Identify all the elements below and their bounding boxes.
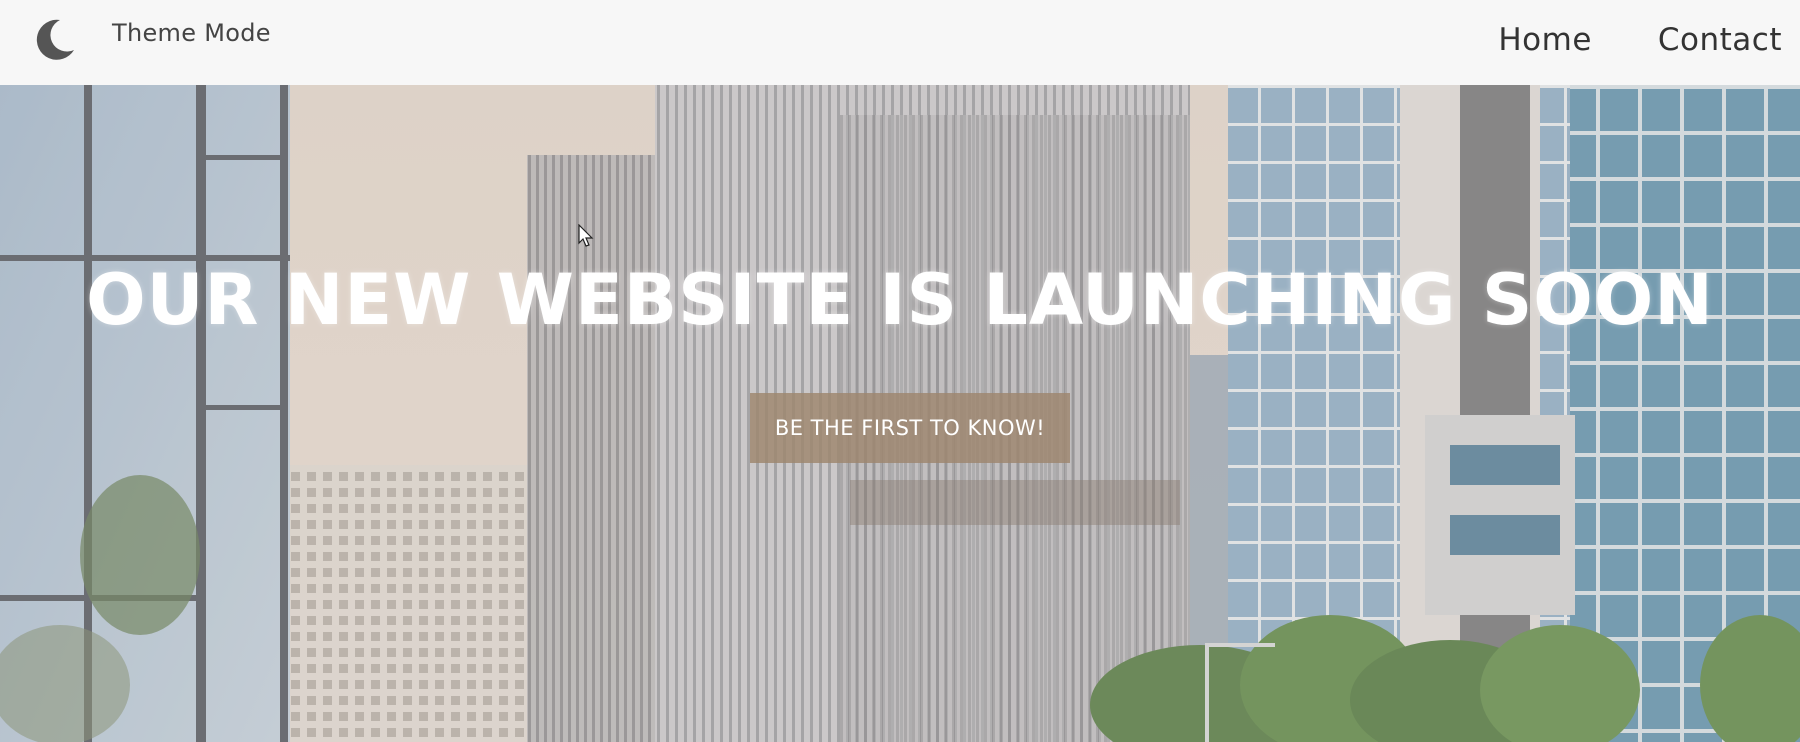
moon-icon[interactable]	[30, 16, 78, 64]
theme-mode-label[interactable]: Theme Mode	[112, 19, 271, 47]
nav-links: Home Contact	[1498, 22, 1782, 58]
page: Theme Mode Home Contact OUR NEW WEBSITE …	[0, 0, 1800, 742]
mouse-cursor-icon	[578, 224, 594, 247]
nav-link-home[interactable]: Home	[1498, 22, 1592, 58]
hero-section: OUR NEW WEBSITE IS LAUNCHING SOON BE THE…	[0, 85, 1800, 742]
hero-title: OUR NEW WEBSITE IS LAUNCHING SOON	[86, 259, 1714, 341]
nav-link-contact[interactable]: Contact	[1658, 22, 1782, 58]
be-first-to-know-button[interactable]: BE THE FIRST TO KNOW!	[750, 393, 1070, 463]
top-navbar: Theme Mode Home Contact	[0, 0, 1800, 85]
